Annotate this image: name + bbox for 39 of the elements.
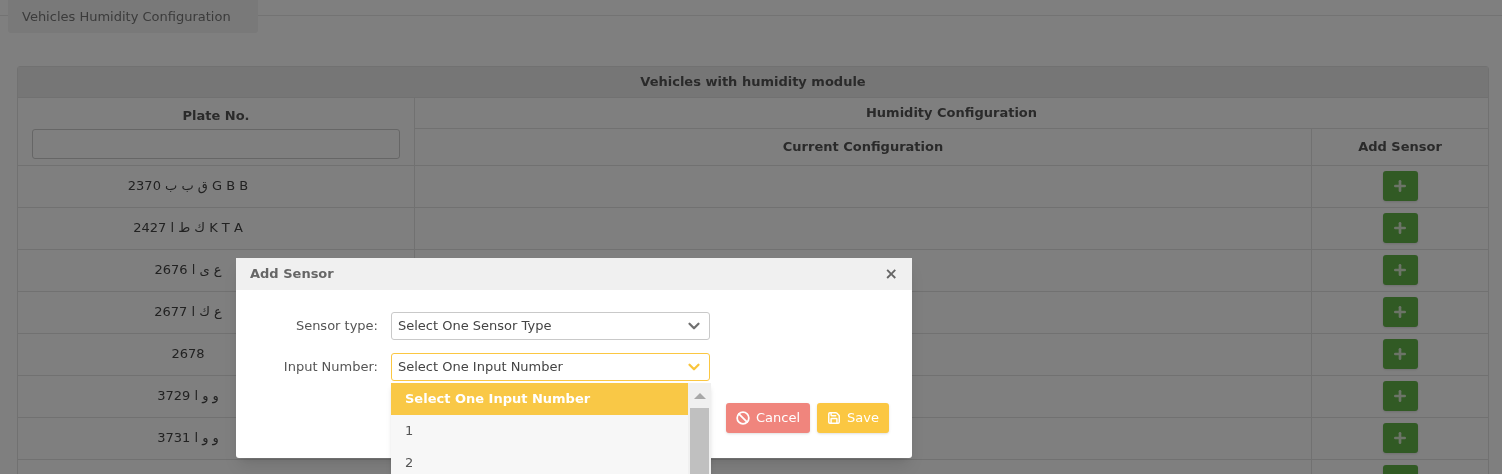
column-header: Humidity Configuration	[865, 104, 1038, 123]
close-button[interactable]: ×	[884, 266, 898, 282]
select-field[interactable]: Select One Sensor Type	[391, 312, 710, 340]
plus-icon	[1392, 178, 1408, 194]
plate-number: 2370 ق ب ب G B B	[127, 177, 249, 196]
column-header: Current Configuration	[782, 138, 944, 156]
plus-icon	[1392, 430, 1408, 446]
page-tab[interactable]: Vehicles Humidity Configuration	[8, 0, 258, 33]
plate-number: 3731 و و ا	[157, 429, 219, 448]
plus-icon	[1392, 304, 1408, 320]
plate-number: 2676 ع ى ا	[154, 261, 222, 280]
add-sensor-button[interactable]	[1382, 255, 1418, 285]
add-sensor-button[interactable]	[1382, 423, 1418, 453]
scroll-up-icon[interactable]	[693, 392, 706, 400]
add-sensor-button[interactable]	[1382, 339, 1418, 369]
plus-icon	[1392, 388, 1408, 404]
field-label: Input Number:	[282, 358, 379, 377]
add-sensor-button[interactable]	[1382, 213, 1418, 243]
field-label: Sensor type:	[294, 317, 379, 336]
plate-number: 2427 ك ط ا K T A	[133, 219, 243, 238]
scrollbar-thumb[interactable]	[690, 408, 709, 474]
add-sensor-button[interactable]	[1382, 381, 1418, 411]
plate-number: 3729 و و ا	[157, 387, 219, 406]
plate-number: 2677 ع ك ا	[154, 303, 222, 322]
column-header: Plate No.	[182, 107, 250, 125]
plus-icon	[1392, 220, 1408, 236]
dropdown-option[interactable]: 2	[391, 447, 688, 474]
add-sensor-button[interactable]	[1382, 171, 1418, 201]
plate-number: 2678	[171, 345, 205, 364]
add-sensor-button[interactable]	[1382, 297, 1418, 327]
select-field[interactable]: Select One Input Number	[391, 353, 710, 381]
dialog-title: Add Sensor	[250, 265, 334, 284]
plate-filter-input[interactable]	[32, 128, 400, 159]
dropdown-option[interactable]: 1	[391, 415, 688, 447]
plus-icon	[1392, 346, 1408, 362]
column-header: Add Sensor	[1358, 138, 1442, 156]
cancel-icon	[736, 411, 751, 425]
table-caption: Vehicles with humidity module	[18, 67, 1488, 98]
plus-icon	[1392, 262, 1408, 278]
